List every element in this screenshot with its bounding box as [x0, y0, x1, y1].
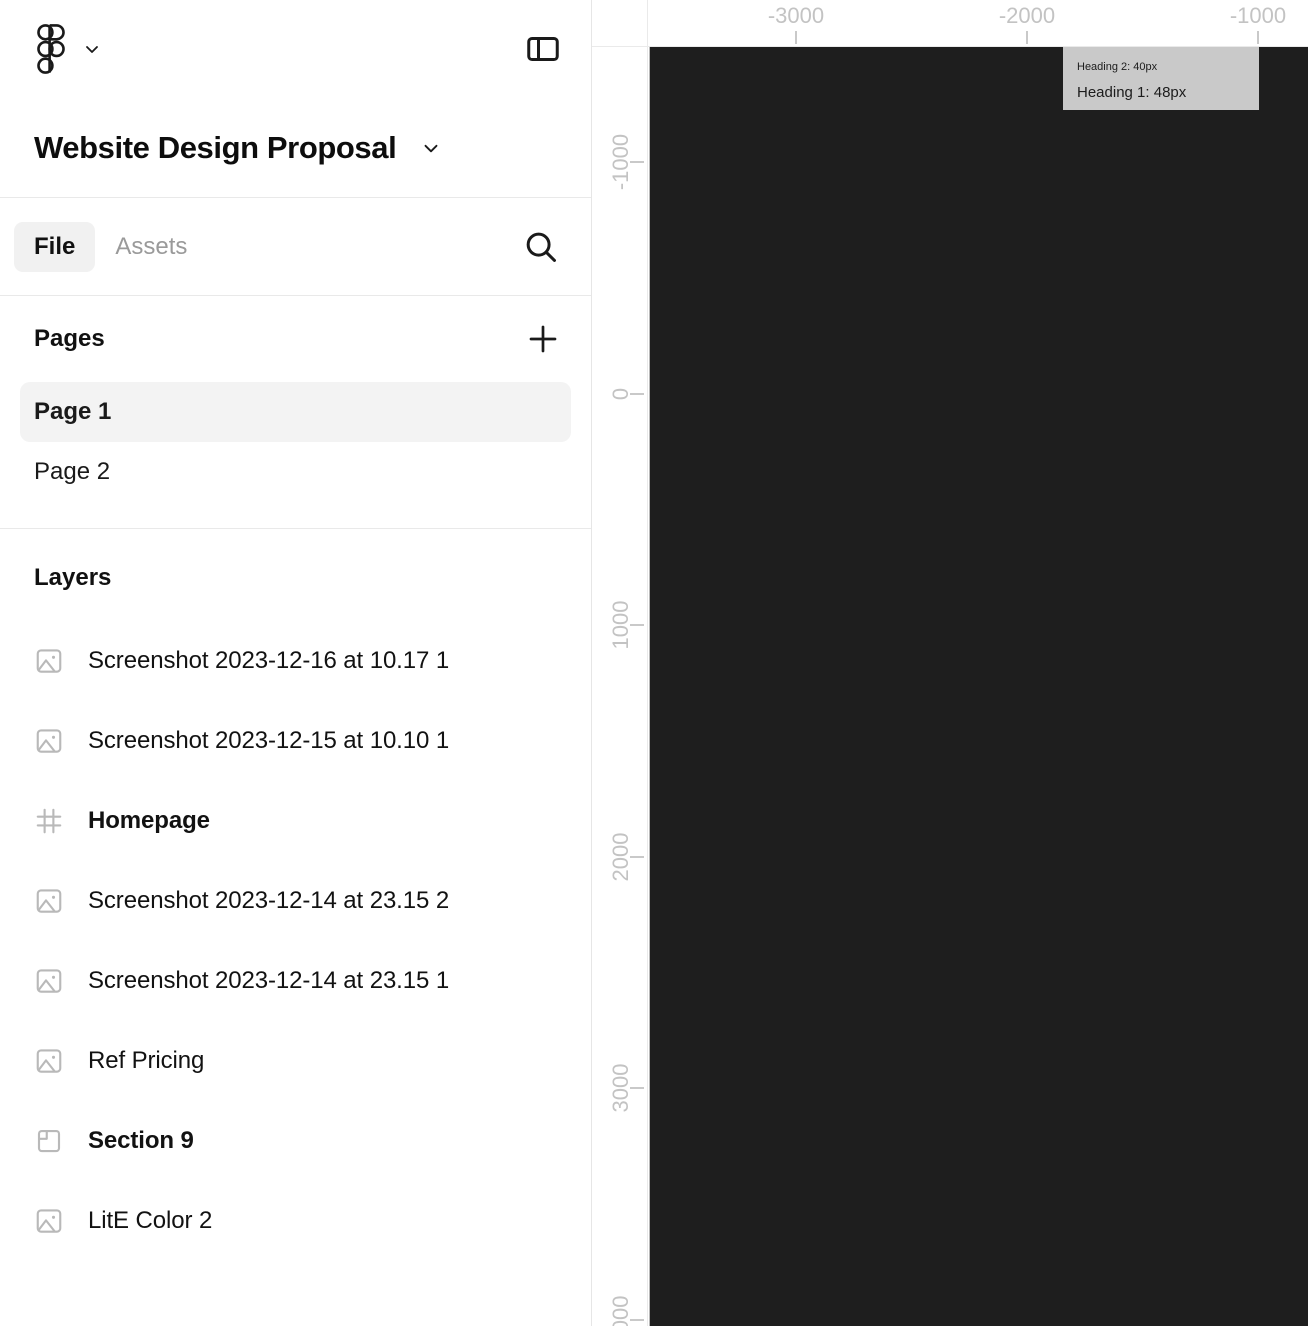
sidebar-item-page-2[interactable]: Page 2	[20, 442, 571, 502]
list-item[interactable]: Screenshot 2023-12-14 at 23.15 2	[0, 861, 591, 941]
list-item[interactable]: Screenshot 2023-12-15 at 10.10 1	[0, 701, 591, 781]
list-item-label: Homepage	[88, 807, 210, 834]
note-heading-1-label: Heading 1: 48px	[1077, 84, 1187, 101]
ruler-tick-y	[630, 393, 644, 395]
section-icon	[34, 1126, 64, 1156]
ruler-label-x: -3000	[767, 3, 825, 28]
list-item[interactable]: LitE Color 2	[0, 1181, 591, 1261]
image-icon	[34, 726, 64, 756]
ruler-tick-y	[630, 1319, 644, 1321]
vertical-ruler[interactable]: -1000 0 1000 2000 3000 4000	[592, 47, 648, 1326]
note-heading-2-label: Heading 2: 40px	[1077, 61, 1158, 73]
page-title: Website Design Proposal	[34, 129, 397, 165]
image-icon	[34, 886, 64, 916]
figma-menu-button[interactable]	[34, 24, 102, 74]
canvas-area[interactable]: -3000 -2000 -1000 -1000 0 1000 2000 3000 4000 H…	[592, 0, 1308, 1326]
list-item[interactable]: Section 9	[0, 1101, 591, 1181]
canvas-text-note[interactable]: Heading 2: 40px Heading 1: 48px	[1063, 47, 1259, 110]
ruler-label-x: -1000	[1229, 3, 1287, 28]
ruler-tick-x	[1026, 31, 1028, 44]
ruler-tick-y	[630, 161, 644, 163]
ruler-tick-y	[630, 856, 644, 858]
list-item-label: Screenshot 2023-12-16 at 10.17 1	[88, 647, 450, 674]
list-item-label: Ref Pricing	[88, 1047, 205, 1074]
panel-toggle-icon[interactable]	[521, 27, 565, 71]
canvas-viewport[interactable]	[649, 47, 1308, 1326]
layers-section-title: Layers	[34, 564, 112, 591]
file-title-row[interactable]: Website Design Proposal	[0, 98, 591, 198]
sidebar-topbar	[0, 0, 591, 98]
ruler-label-x: -2000	[998, 3, 1056, 28]
list-item[interactable]: Homepage	[0, 781, 591, 861]
horizontal-ruler[interactable]: -3000 -2000 -1000	[648, 0, 1308, 47]
plus-icon[interactable]	[521, 317, 565, 361]
image-icon	[34, 966, 64, 996]
sidebar-item-page-1[interactable]: Page 1	[20, 382, 571, 442]
ruler-tick-x	[795, 31, 797, 44]
layers-section-header: Layers	[0, 535, 591, 621]
frame-icon	[34, 806, 64, 836]
left-sidebar: Website Design Proposal File Assets Page…	[0, 0, 592, 1326]
chevron-down-icon[interactable]	[82, 39, 102, 59]
list-item[interactable]: Ref Pricing	[0, 1021, 591, 1101]
image-icon	[34, 1046, 64, 1076]
pages-section-title: Pages	[34, 325, 105, 352]
layers-section: Layers Screenshot 2023-12-16 at 10.17 1	[0, 529, 591, 1326]
chevron-down-icon[interactable]	[420, 137, 442, 159]
pages-section: Pages Page 1 Page 2	[0, 296, 591, 529]
list-item-label: LitE Color 2	[88, 1207, 213, 1234]
pages-section-header: Pages	[0, 296, 591, 382]
image-icon	[34, 1206, 64, 1236]
list-item[interactable]: Screenshot 2023-12-14 at 23.15 1	[0, 941, 591, 1021]
list-item-label: Section 9	[88, 1127, 194, 1154]
ruler-corner	[592, 0, 648, 47]
figma-app-window: Website Design Proposal File Assets Page…	[0, 0, 1308, 1326]
image-icon	[34, 646, 64, 676]
list-item[interactable]: Screenshot 2023-12-16 at 10.17 1	[0, 621, 591, 701]
list-item-label: Screenshot 2023-12-15 at 10.10 1	[88, 727, 450, 754]
tab-file[interactable]: File	[14, 221, 96, 272]
search-icon[interactable]	[517, 223, 565, 271]
list-item-label: Screenshot 2023-12-14 at 23.15 2	[88, 887, 450, 914]
list-item-label: Screenshot 2023-12-14 at 23.15 1	[88, 967, 450, 994]
ruler-tick-x	[1257, 31, 1259, 44]
sidebar-tabs: File Assets	[0, 198, 591, 296]
ruler-tick-y	[630, 1087, 644, 1089]
ruler-label-y: 4000	[608, 1295, 633, 1326]
ruler-tick-y	[630, 624, 644, 626]
tab-assets[interactable]: Assets	[95, 222, 207, 272]
figma-logo-icon[interactable]	[34, 24, 68, 74]
